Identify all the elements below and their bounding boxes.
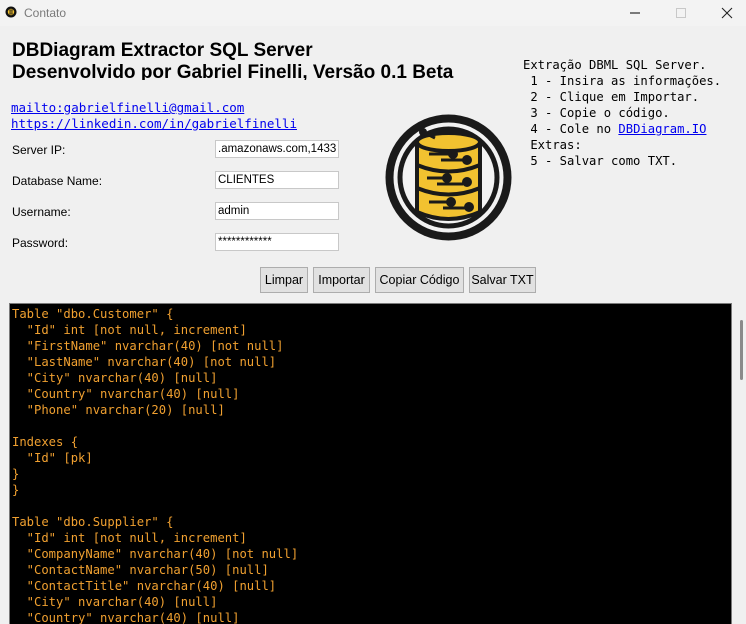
minimize-icon: [630, 12, 640, 14]
code-text: Table "dbo.Customer" { "Id" int [not nul…: [12, 306, 298, 624]
title-bar: Contato: [0, 0, 746, 26]
maximize-button[interactable]: [658, 0, 704, 26]
minimize-button[interactable]: [612, 0, 658, 26]
import-button[interactable]: Importar: [313, 267, 370, 293]
instruction-step-2: 2 - Clique em Importar.: [523, 90, 700, 104]
instructions-panel: Extração DBML SQL Server. 1 - Insira as …: [523, 57, 721, 169]
maximize-icon: [676, 8, 686, 18]
code-line: "Country" nvarchar(40) [null]: [12, 387, 240, 401]
dbdiagram-link[interactable]: DBDiagram.IO: [618, 122, 706, 136]
code-line: "ContactTitle" nvarchar(40) [null]: [12, 579, 277, 593]
code-line: }: [12, 467, 20, 481]
code-line: "FirstName" nvarchar(40) [not null]: [12, 339, 284, 353]
username-input[interactable]: [215, 202, 339, 220]
code-line: "Id" [pk]: [12, 451, 93, 465]
code-line: "ContactName" nvarchar(50) [null]: [12, 563, 269, 577]
author-heading: Desenvolvido por Gabriel Finelli, Versão…: [12, 62, 454, 80]
code-line: "Country" nvarchar(40) [null]: [12, 611, 240, 624]
database-logo-icon: [385, 114, 512, 241]
close-icon: [721, 7, 733, 19]
username-label: Username:: [12, 205, 71, 219]
save-txt-button[interactable]: Salvar TXT: [469, 267, 536, 293]
code-line: "Phone" nvarchar(20) [null]: [12, 403, 225, 417]
app-heading: DBDiagram Extractor SQL Server: [12, 40, 313, 61]
instructions-title: Extração DBML SQL Server.: [523, 58, 707, 72]
email-link[interactable]: mailto:gabrielfinelli@gmail.com: [11, 100, 244, 115]
linkedin-link[interactable]: https://linkedin.com/in/gabrielfinelli: [11, 116, 297, 131]
code-line: "Id" int [not null, increment]: [12, 323, 247, 337]
code-line: Indexes {: [12, 435, 79, 449]
code-line: "City" nvarchar(40) [null]: [12, 595, 218, 609]
instruction-step-1: 1 - Insira as informações.: [523, 74, 722, 88]
password-input[interactable]: [215, 233, 339, 251]
server-ip-label: Server IP:: [12, 143, 66, 157]
server-ip-input[interactable]: [215, 140, 339, 158]
code-line: "Id" int [not null, increment]: [12, 531, 247, 545]
code-line: "City" nvarchar(40) [null]: [12, 371, 218, 385]
instruction-step-3: 3 - Copie o código.: [523, 106, 670, 120]
code-line: Table "dbo.Customer" {: [12, 307, 174, 321]
app-icon: [5, 6, 17, 18]
window-title: Contato: [24, 6, 67, 20]
code-output[interactable]: Table "dbo.Customer" { "Id" int [not nul…: [9, 303, 732, 624]
code-line: }: [12, 483, 20, 497]
instruction-step-5: 5 - Salvar como TXT.: [523, 154, 678, 168]
code-scrollbar[interactable]: [737, 303, 746, 624]
database-name-input[interactable]: [215, 171, 339, 189]
close-button[interactable]: [704, 0, 746, 26]
password-label: Password:: [12, 236, 69, 250]
code-line: "CompanyName" nvarchar(40) [not null]: [12, 547, 299, 561]
clear-button[interactable]: Limpar: [260, 267, 308, 293]
copy-code-button[interactable]: Copiar Código: [375, 267, 464, 293]
code-line: "LastName" nvarchar(40) [not null]: [12, 355, 277, 369]
instruction-step-4: 4 - Cole no: [523, 122, 619, 136]
scrollbar-thumb[interactable]: [740, 320, 743, 380]
database-name-label: Database Name:: [12, 174, 103, 188]
instructions-extras: Extras:: [523, 138, 582, 152]
code-line: Table "dbo.Supplier" {: [12, 515, 174, 529]
